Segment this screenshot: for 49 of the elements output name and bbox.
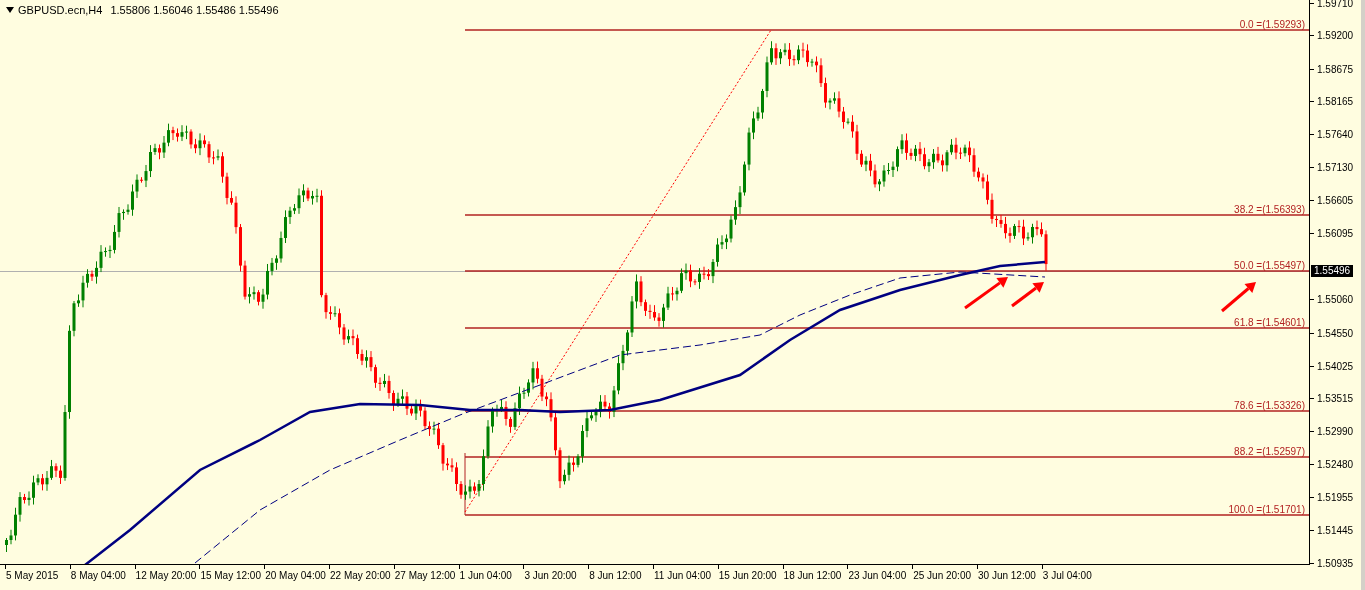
fib-level-label: 50.0 =(1.55497) [1234, 260, 1305, 271]
time-axis-label: 12 May 20:00 [135, 570, 197, 582]
time-axis-label: 30 Jun 12:00 [978, 570, 1036, 582]
price-axis-label: 1.50935 [1317, 558, 1354, 569]
time-axis-label: 3 Jun 20:00 [524, 570, 577, 582]
price-axis-label: 1.56605 [1317, 195, 1354, 206]
time-axis-label: 15 May 12:00 [200, 570, 261, 582]
price-axis-label: 1.58675 [1317, 64, 1354, 75]
price-axis-label: 1.54550 [1317, 328, 1354, 339]
time-axis-label: 1 Jun 04:00 [459, 570, 512, 582]
price-axis-label: 1.52480 [1317, 459, 1354, 470]
time-axis-label: 15 Jun 20:00 [718, 570, 777, 582]
arrow-drawing [964, 277, 1008, 310]
fib-level-label: 61.8 =(1.54601) [1234, 317, 1305, 328]
ohlc-values: 1.55806 1.56046 1.55486 1.55496 [110, 3, 279, 18]
time-axis-label: 11 Jun 04:00 [654, 570, 712, 582]
fib-anchor-line [464, 452, 466, 516]
time-axis-label: 23 Jun 04:00 [848, 570, 907, 582]
price-axis-label: 1.58165 [1317, 96, 1354, 107]
time-axis-label: 25 Jun 20:00 [913, 570, 971, 582]
time-axis-label: 27 May 12:00 [394, 570, 456, 582]
symbol-label: GBPUSD.ecn,H4 [18, 3, 103, 18]
price-axis-label: 1.59200 [1317, 30, 1354, 41]
price-axis-label: 1.57130 [1317, 162, 1354, 173]
fib-level-label: 78.6 =(1.53326) [1234, 400, 1305, 411]
time-axis-label: 8 May 04:00 [70, 570, 126, 582]
price-axis-label: 1.53515 [1317, 393, 1354, 404]
fib-level-label: 88.2 =(1.52597) [1234, 446, 1305, 457]
arrow-drawing [1011, 282, 1044, 308]
time-axis-label: 22 May 20:00 [330, 570, 391, 582]
time-axis-label: 3 Jul 04:00 [1042, 570, 1092, 582]
current-price-label: 1.55496 [1311, 265, 1354, 277]
fib-level-label: 100.0 =(1.51701) [1228, 504, 1305, 515]
price-axis-label: 1.55060 [1317, 294, 1354, 305]
price-axis-label: 1.51955 [1317, 492, 1354, 503]
fib-level-label: 38.2 =(1.56393) [1234, 204, 1305, 215]
time-axis-label: 5 May 2015 [6, 570, 59, 582]
dropdown-triangle-icon[interactable] [6, 7, 14, 14]
fib-level-label: 0.0 =(1.59293) [1239, 19, 1305, 30]
price-axis-label: 1.59710 [1317, 0, 1354, 9]
time-axis-label: 20 May 04:00 [265, 570, 326, 582]
price-axis-label: 1.57640 [1317, 129, 1354, 140]
price-axis-label: 1.51445 [1317, 525, 1354, 536]
arrow-drawing [1221, 282, 1256, 313]
time-axis-label: 18 Jun 12:00 [783, 570, 842, 582]
price-axis-label: 1.54025 [1317, 361, 1354, 372]
price-axis-label: 1.52990 [1317, 426, 1354, 437]
price-axis-label: 1.56095 [1317, 228, 1354, 239]
time-axis-label: 8 Jun 12:00 [589, 570, 642, 582]
